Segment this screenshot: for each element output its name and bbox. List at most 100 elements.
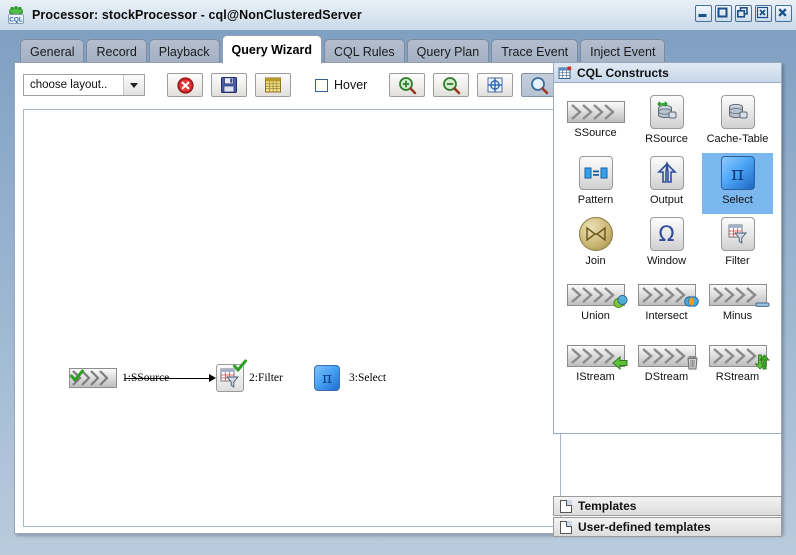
tab-query-plan[interactable]: Query Plan	[406, 39, 490, 64]
chevron-down-icon[interactable]	[123, 75, 144, 95]
accordion-user-defined-templates[interactable]: User-defined templates	[553, 517, 782, 537]
canvas-node-select[interactable]: π 3:Select	[314, 365, 386, 391]
canvas-edge	[124, 378, 210, 379]
save-button[interactable]	[211, 73, 247, 97]
fit-to-window-button[interactable]	[477, 73, 514, 97]
palette-title: CQL Constructs	[577, 65, 669, 80]
fit-window-icon	[487, 77, 503, 93]
palette-item-label: Select	[722, 194, 753, 206]
palette-item-pattern[interactable]: Pattern	[560, 153, 631, 214]
tab-inject-event[interactable]: Inject Event	[580, 39, 666, 64]
palette-item-minus[interactable]: Minus	[702, 275, 773, 336]
palette-item-union[interactable]: Union	[560, 275, 631, 336]
tab-general[interactable]: General	[20, 39, 85, 64]
tab-record[interactable]: Record	[86, 39, 147, 64]
palette-item-filter[interactable]: Filter	[702, 214, 773, 275]
palette-item-window[interactable]: Ω Window	[631, 214, 702, 275]
palette-item-label: Pattern	[577, 194, 614, 206]
cql-constructs-palette: CQL Constructs SSource RSource Cache-Tab…	[553, 62, 782, 434]
istream-arrow-icon	[566, 345, 627, 370]
grid-table-icon	[558, 66, 572, 79]
intersect-stream-icon	[637, 284, 699, 307]
cql-app-icon: CQL	[6, 5, 26, 25]
layout-combo-value: choose layout..	[30, 79, 108, 91]
query-canvas[interactable]: 1:SSource 2:Filter π 3:Select	[23, 109, 561, 527]
palette-item-ssource[interactable]: SSource	[560, 92, 631, 153]
magnifier-minus-icon	[442, 76, 461, 94]
chevron-stream-icon	[69, 368, 117, 388]
magnifier-icon	[530, 76, 549, 94]
join-bowtie-icon	[578, 217, 613, 251]
accordion-templates[interactable]: Templates	[553, 496, 782, 516]
palette-header: CQL Constructs	[554, 63, 781, 83]
hover-checkbox-label: Hover	[334, 78, 368, 92]
hover-checkbox-box[interactable]	[315, 78, 328, 92]
palette-item-label: Cache-Table	[706, 133, 769, 145]
palette-item-label: IStream	[576, 371, 615, 383]
palette-item-cache-table[interactable]: Cache-Table	[702, 92, 773, 153]
accordion-label: Templates	[578, 499, 637, 513]
canvas-node-filter[interactable]: 2:Filter	[216, 359, 283, 392]
cache-table-icon	[720, 95, 755, 129]
palette-item-label: Output	[649, 194, 684, 206]
palette-item-rstream[interactable]: RStream	[702, 336, 773, 397]
filter-funnel-icon	[216, 359, 247, 392]
delete-circle-icon	[176, 76, 194, 94]
palette-item-dstream[interactable]: DStream	[631, 336, 702, 397]
canvas-edge-arrow	[209, 374, 216, 382]
palette-item-label: DStream	[644, 371, 689, 383]
minimize-button[interactable]	[695, 5, 712, 22]
grid-button[interactable]	[255, 73, 291, 97]
canvas-node-label: 2:Filter	[249, 372, 283, 384]
palette-item-label: RStream	[715, 371, 760, 383]
output-arrows-icon	[649, 156, 684, 190]
zoom-out-button[interactable]	[433, 73, 470, 97]
palette-item-label: Union	[581, 310, 610, 322]
restore-button[interactable]	[735, 5, 752, 22]
palette-item-label: Join	[585, 255, 606, 267]
page-icon	[560, 520, 572, 534]
hover-checkbox[interactable]: Hover	[315, 78, 367, 92]
tab-trace-event[interactable]: Trace Event	[491, 39, 579, 64]
close-all-button[interactable]	[775, 5, 792, 22]
palette-item-join[interactable]: Join	[560, 214, 631, 275]
floppy-disk-icon	[221, 77, 237, 93]
tab-query-wizard[interactable]: Query Wizard	[221, 35, 322, 64]
pattern-icon	[578, 156, 613, 190]
palette-item-output[interactable]: Output	[631, 153, 702, 214]
maximize-button[interactable]	[715, 5, 732, 22]
zoom-in-button[interactable]	[389, 73, 426, 97]
palette-item-intersect[interactable]: Intersect	[631, 275, 702, 336]
zoom-select-button[interactable]	[521, 73, 558, 97]
palette-grid: SSource RSource Cache-Table Pattern Outp…	[554, 83, 781, 397]
palette-item-istream[interactable]: IStream	[560, 336, 631, 397]
canvas-node-label: 3:Select	[349, 372, 387, 384]
pi-select-icon: π	[314, 365, 340, 391]
window-title: Processor: stockProcessor - cql@NonClust…	[32, 8, 362, 22]
palette-item-label: Filter	[725, 255, 750, 267]
palette-item-rsource[interactable]: RSource	[631, 92, 702, 153]
check-icon	[70, 369, 84, 382]
palette-item-label: SSource	[574, 127, 617, 139]
tab-bar: General Record Playback Query Wizard CQL…	[20, 34, 667, 64]
palette-item-select[interactable]: π Select	[702, 153, 773, 214]
minus-stream-icon	[708, 284, 769, 307]
application-window: CQL Processor: stockProcessor - cql@NonC…	[0, 0, 796, 555]
tab-cql-rules[interactable]: CQL Rules	[323, 39, 405, 64]
tab-playback[interactable]: Playback	[148, 39, 220, 64]
page-icon	[560, 499, 572, 513]
accordion-label: User-defined templates	[578, 520, 711, 534]
pi-select-icon: π	[720, 156, 755, 190]
close-button[interactable]	[755, 5, 772, 22]
palette-item-label: Minus	[722, 310, 753, 322]
title-bar: CQL Processor: stockProcessor - cql@NonC…	[0, 0, 796, 30]
palette-item-label: Intersect	[645, 310, 688, 322]
check-icon	[233, 359, 247, 372]
palette-item-label: RSource	[645, 133, 688, 145]
union-stream-icon	[566, 284, 628, 309]
window-controls	[695, 5, 792, 22]
layout-combo[interactable]: choose layout..	[23, 74, 145, 96]
relation-source-icon	[649, 95, 684, 129]
omega-window-icon: Ω	[649, 217, 684, 251]
delete-button[interactable]	[167, 73, 203, 97]
